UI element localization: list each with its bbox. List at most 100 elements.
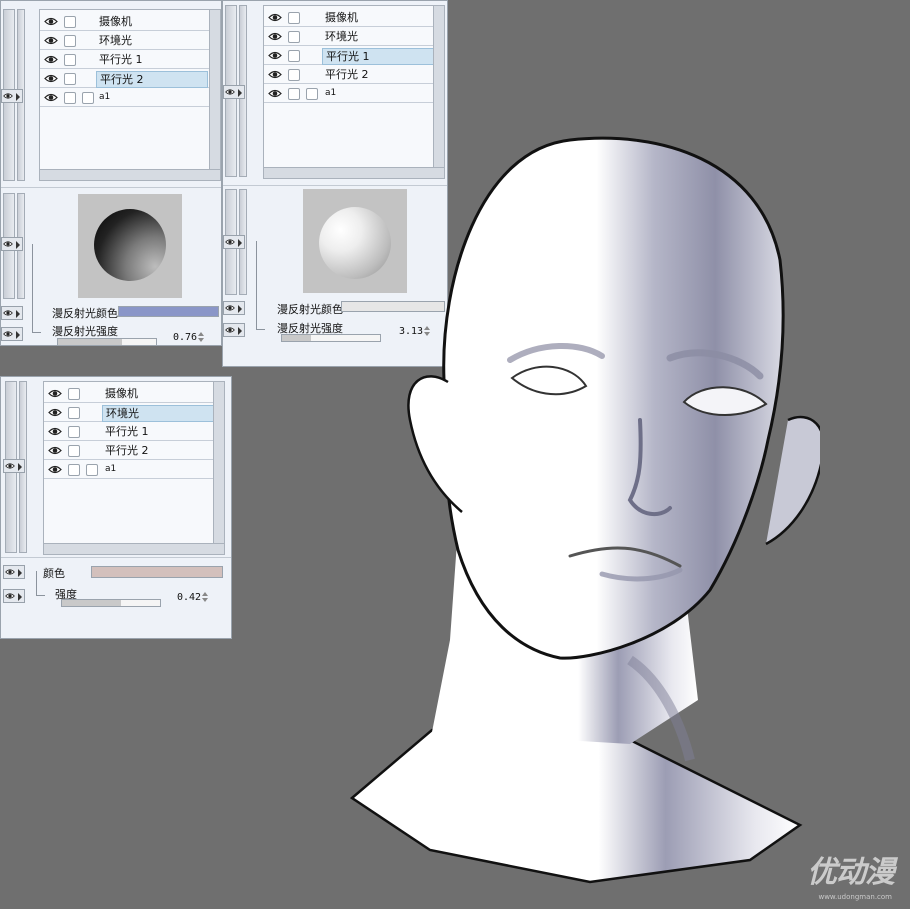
eye-icon[interactable] — [48, 388, 62, 399]
tree-row-parallel-light-2[interactable]: 平行光 2 — [44, 441, 224, 460]
eye-icon — [5, 592, 15, 600]
tree-row-label-selected: 环境光 — [102, 405, 216, 422]
tree-vertical-scrollbar[interactable] — [209, 10, 220, 170]
tree-row-a1[interactable]: a1 — [40, 88, 220, 107]
eye-icon[interactable] — [268, 88, 282, 99]
checkbox[interactable] — [68, 407, 80, 419]
eye-icon[interactable] — [44, 35, 58, 46]
tree-vertical-scrollbar[interactable] — [213, 382, 224, 544]
eye-icon[interactable] — [48, 426, 62, 437]
panel-1-props-toggle[interactable] — [1, 237, 23, 251]
tree-row-ambient-light[interactable]: 环境光 — [264, 27, 444, 46]
expand-arrow-icon — [238, 89, 242, 97]
checkbox[interactable] — [288, 50, 300, 62]
tree-row-camera[interactable]: 摄像机 — [264, 8, 444, 27]
eye-icon[interactable] — [44, 16, 58, 27]
panel-2-props-toggle[interactable] — [223, 235, 245, 249]
tree-row-ambient-light[interactable]: 环境光 — [40, 31, 220, 50]
tree-row-ambient-light[interactable]: 环境光 — [44, 403, 224, 422]
tree-row-label: 平行光 2 — [105, 444, 149, 457]
tree-horizontal-scrollbar[interactable] — [44, 543, 224, 554]
tree-row-camera[interactable]: 摄像机 — [44, 384, 224, 403]
tree-row-label: a1 — [105, 464, 117, 474]
tree-row-label: 环境光 — [99, 34, 132, 47]
checkbox[interactable] — [68, 445, 80, 457]
checkbox[interactable] — [288, 31, 300, 43]
diffuse-strength-toggle[interactable] — [223, 323, 245, 337]
checkbox[interactable] — [68, 464, 80, 476]
eye-icon[interactable] — [48, 445, 62, 456]
panel-2-tree-visibility-toggle[interactable] — [223, 85, 245, 99]
tree-row-label: 平行光 1 — [105, 425, 149, 438]
eye-icon — [225, 238, 235, 246]
expand-arrow-icon — [16, 93, 20, 101]
expand-arrow-icon — [238, 327, 242, 335]
diffuse-strength-label: 漫反射光强度 — [52, 325, 118, 338]
diffuse-color-swatch[interactable] — [118, 306, 219, 317]
eye-icon — [3, 330, 13, 338]
tree-row-label: 平行光 1 — [99, 53, 143, 66]
tree-row-parallel-light-2[interactable]: 平行光 2 — [264, 65, 444, 84]
checkbox[interactable] — [64, 73, 76, 85]
expand-arrow-icon — [16, 310, 20, 318]
tree-row-a1[interactable]: a1 — [264, 84, 444, 103]
tree-row-label: 环境光 — [325, 30, 358, 43]
eye-icon[interactable] — [44, 54, 58, 65]
checkbox[interactable] — [64, 92, 76, 104]
checkbox[interactable] — [68, 388, 80, 400]
eye-icon[interactable] — [268, 69, 282, 80]
divider — [1, 557, 231, 558]
tree-horizontal-scrollbar[interactable] — [40, 169, 220, 180]
eye-icon[interactable] — [48, 464, 62, 475]
checkbox[interactable] — [82, 92, 94, 104]
checkbox[interactable] — [288, 12, 300, 24]
eye-icon[interactable] — [48, 407, 62, 418]
light-panel-1: 摄像机 环境光 平行光 1 平行光 2 a1 漫反射光颜色 漫反射光强度 0.7… — [0, 0, 222, 346]
3d-head-model[interactable] — [340, 120, 820, 890]
strength-toggle[interactable] — [3, 589, 25, 603]
tree-row-camera[interactable]: 摄像机 — [40, 12, 220, 31]
ear-right — [765, 415, 820, 546]
spinner-icon[interactable] — [197, 331, 205, 343]
checkbox[interactable] — [68, 426, 80, 438]
eye-icon[interactable] — [44, 92, 58, 103]
checkbox[interactable] — [64, 35, 76, 47]
tree-row-a1[interactable]: a1 — [44, 460, 224, 479]
tree-row-label-selected: 平行光 2 — [96, 71, 208, 88]
tree-row-parallel-light-1[interactable]: 平行光 1 — [264, 46, 444, 65]
strength-value[interactable]: 0.42 — [177, 592, 201, 603]
strength-slider[interactable] — [61, 599, 161, 607]
eye-icon[interactable] — [268, 12, 282, 23]
watermark-logo: 优动漫 — [807, 855, 895, 890]
diffuse-strength-toggle[interactable] — [1, 327, 23, 341]
panel-1-tree-visibility-toggle[interactable] — [1, 89, 23, 103]
eye-icon[interactable] — [268, 50, 282, 61]
diffuse-color-toggle[interactable] — [223, 301, 245, 315]
expand-arrow-icon — [18, 593, 22, 601]
tree-row-label: 摄像机 — [325, 11, 358, 24]
preview-ball — [94, 209, 166, 281]
spinner-icon[interactable] — [201, 591, 209, 603]
eye-icon[interactable] — [44, 73, 58, 84]
tree-row-parallel-light-1[interactable]: 平行光 1 — [40, 50, 220, 69]
light-panel-3: 摄像机 环境光 平行光 1 平行光 2 a1 颜色 强度 0.42 — [0, 376, 232, 639]
checkbox[interactable] — [306, 88, 318, 100]
tree-row-parallel-light-1[interactable]: 平行光 1 — [44, 422, 224, 441]
color-toggle[interactable] — [3, 565, 25, 579]
checkbox[interactable] — [86, 464, 98, 476]
checkbox[interactable] — [64, 54, 76, 66]
divider — [1, 187, 221, 188]
tree-row-parallel-light-2[interactable]: 平行光 2 — [40, 69, 220, 88]
tree-guide-line — [256, 241, 265, 330]
diffuse-strength-value[interactable]: 0.76 — [173, 332, 197, 343]
diffuse-color-toggle[interactable] — [1, 306, 23, 320]
expand-arrow-icon — [18, 569, 22, 577]
checkbox[interactable] — [64, 16, 76, 28]
expand-arrow-icon — [16, 331, 20, 339]
color-swatch[interactable] — [91, 566, 223, 578]
diffuse-strength-slider[interactable] — [57, 338, 157, 346]
eye-icon[interactable] — [268, 31, 282, 42]
panel-3-tree-visibility-toggle[interactable] — [3, 459, 25, 473]
checkbox[interactable] — [288, 88, 300, 100]
checkbox[interactable] — [288, 69, 300, 81]
